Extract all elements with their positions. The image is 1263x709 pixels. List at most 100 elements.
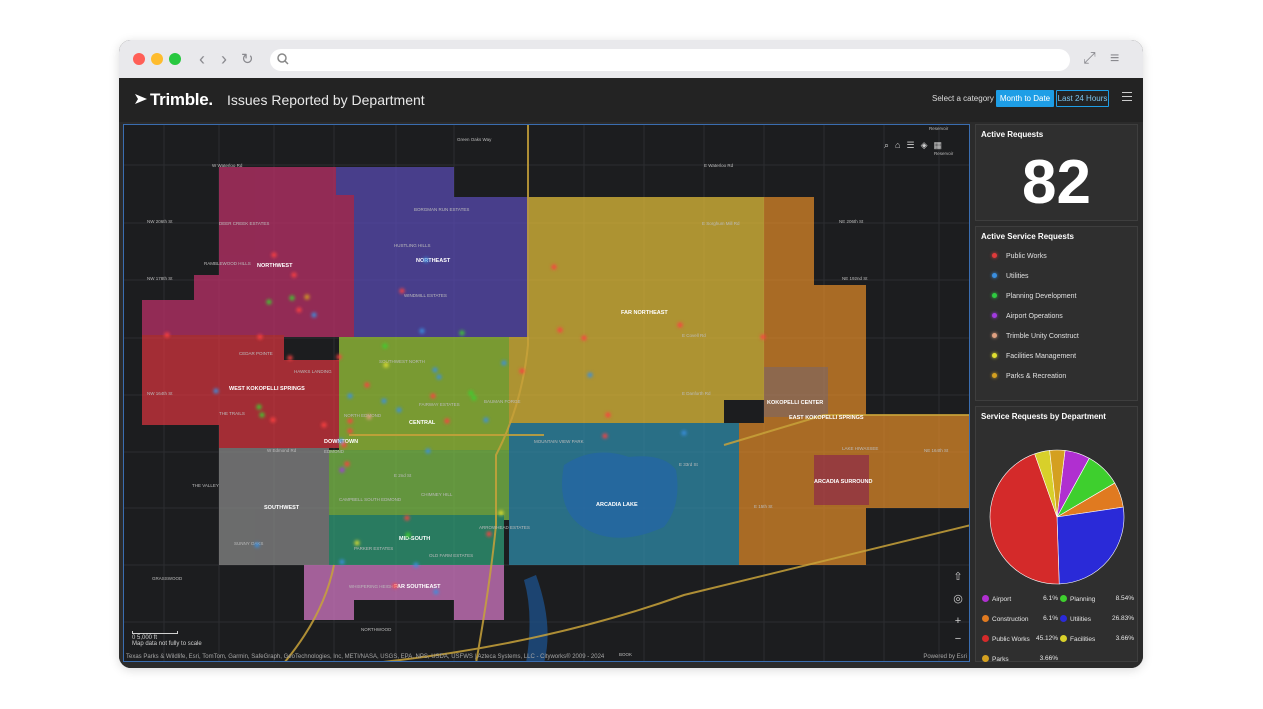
active-requests-title: Active Requests bbox=[981, 130, 1044, 139]
scale-bar: 0 5,000 ft Map data not fully to scale bbox=[132, 631, 202, 647]
svg-text:KOKOPELLI CENTER: KOKOPELLI CENTER bbox=[767, 400, 823, 406]
month-to-date-button[interactable]: Month to Date bbox=[996, 90, 1054, 107]
trimble-logo: Trimble. bbox=[134, 90, 213, 110]
menu-icon[interactable]: ≡ bbox=[1110, 51, 1119, 67]
legend-dot-icon bbox=[992, 353, 997, 358]
svg-text:NORTHWEST: NORTHWEST bbox=[257, 263, 293, 269]
category-label: Select a category bbox=[932, 94, 994, 103]
region-kokopelli-center[interactable] bbox=[764, 367, 828, 417]
grid-icon[interactable]: ▦ bbox=[933, 140, 942, 151]
pie-legend-item: Airport 6.1% bbox=[982, 595, 1058, 603]
home-icon[interactable]: ⌂ bbox=[895, 140, 900, 150]
zoom-in-button[interactable]: + bbox=[950, 613, 966, 629]
legend-dot-icon bbox=[992, 293, 997, 298]
legend-label: Trimble Unity Construct bbox=[1006, 333, 1079, 340]
svg-text:WINDMILL ESTATES: WINDMILL ESTATES bbox=[404, 293, 447, 298]
pie-legend-item: Construction 6.1% bbox=[982, 615, 1058, 623]
active-service-requests-title: Active Service Requests bbox=[981, 232, 1074, 241]
minimize-window-button[interactable] bbox=[151, 53, 163, 65]
svg-text:W Waterloo Rd: W Waterloo Rd bbox=[212, 163, 243, 168]
search-icon bbox=[277, 53, 289, 65]
region-central[interactable] bbox=[339, 337, 509, 450]
legend-label: Facilities Management bbox=[1006, 353, 1077, 360]
legend-item[interactable]: Airport Operations bbox=[992, 313, 1063, 325]
pie-legend-dot-icon bbox=[1060, 635, 1067, 642]
browser-window: ‹ › ↻ ⤢ ≡ Trimble. Issues Reported by De… bbox=[119, 40, 1143, 668]
svg-text:THE VALLEY: THE VALLEY bbox=[192, 483, 219, 488]
svg-text:Reservoir: Reservoir bbox=[929, 126, 949, 131]
svg-text:MOUNTAIN VIEW PARK: MOUNTAIN VIEW PARK bbox=[534, 439, 584, 444]
attribution-text: Texas Parks & Wildlife, Esri, TomTom, Ga… bbox=[126, 654, 605, 660]
map-toolbar: ⌕ ⌂ ☰ ◈ ▦ bbox=[884, 135, 948, 151]
svg-text:NORTHWOOD: NORTHWOOD bbox=[361, 627, 392, 632]
reload-icon[interactable]: ↻ bbox=[241, 50, 254, 70]
list-icon[interactable]: ☰ bbox=[906, 140, 914, 151]
svg-text:E 2nd St: E 2nd St bbox=[394, 473, 412, 478]
legend-item[interactable]: Trimble Unity Construct bbox=[992, 333, 1079, 345]
search-icon[interactable]: ⌕ bbox=[884, 140, 889, 151]
compass-icon[interactable]: ⇧ bbox=[950, 569, 966, 585]
close-window-button[interactable] bbox=[133, 53, 145, 65]
powered-by-esri[interactable]: Powered by Esri bbox=[923, 654, 967, 660]
layers-icon[interactable]: ◈ bbox=[921, 140, 928, 151]
browser-toolbar: ‹ › ↻ ⤢ ≡ bbox=[119, 40, 1143, 78]
legend-dot-icon bbox=[992, 313, 997, 318]
chevron-right-icon[interactable]: › bbox=[221, 49, 227, 69]
svg-text:NW 206th St: NW 206th St bbox=[147, 219, 173, 224]
map-view[interactable]: NORTHWEST NORTHEAST FAR NORTHEAST WEST K… bbox=[123, 124, 970, 662]
last-24-hours-button[interactable]: Last 24 Hours bbox=[1056, 90, 1109, 107]
map-attribution: Texas Parks & Wildlife, Esri, TomTom, Ga… bbox=[126, 654, 969, 660]
pie-legend-item: Public Works 45.12% bbox=[982, 635, 1058, 643]
svg-text:THE TRAILS: THE TRAILS bbox=[219, 411, 245, 416]
legend-item[interactable]: Public Works bbox=[992, 253, 1047, 265]
svg-text:W Edmond Rd: W Edmond Rd bbox=[267, 448, 297, 453]
legend-item[interactable]: Utilities bbox=[992, 273, 1029, 285]
svg-text:E Sorghum Mill Rd: E Sorghum Mill Rd bbox=[702, 221, 740, 226]
dashboard-header: Trimble. Issues Reported by Department S… bbox=[119, 78, 1143, 122]
pie-legend-percent: 3.66% bbox=[1039, 655, 1058, 662]
zoom-out-button[interactable]: − bbox=[950, 631, 966, 647]
scale-note: Map data not fully to scale bbox=[132, 641, 202, 647]
svg-text:FAR NORTHEAST: FAR NORTHEAST bbox=[621, 310, 668, 316]
region-downtown-south[interactable] bbox=[329, 450, 509, 520]
svg-text:DEER CREEK ESTATES: DEER CREEK ESTATES bbox=[219, 221, 269, 226]
svg-text:NE 206th St: NE 206th St bbox=[839, 219, 864, 224]
hamburger-menu-icon[interactable] bbox=[1122, 92, 1132, 104]
svg-text:ARROWHEAD ESTATES: ARROWHEAD ESTATES bbox=[479, 525, 530, 530]
legend-label: Airport Operations bbox=[1006, 313, 1063, 320]
pie-legend-label: Airport bbox=[992, 596, 1012, 603]
pie-slice-utilities[interactable] bbox=[1056, 506, 1125, 585]
locate-icon[interactable]: ◎ bbox=[950, 591, 966, 607]
legend-item[interactable]: Planning Development bbox=[992, 293, 1076, 305]
legend-item[interactable]: Parks & Recreation bbox=[992, 373, 1066, 385]
svg-text:BORGMAN RUN ESTATES: BORGMAN RUN ESTATES bbox=[414, 207, 469, 212]
pie-legend-item: Facilities 3.66% bbox=[1060, 635, 1134, 643]
address-bar[interactable] bbox=[270, 49, 1070, 71]
svg-text:E Danforth Rd: E Danforth Rd bbox=[682, 391, 711, 396]
legend-dot-icon bbox=[992, 253, 997, 258]
svg-text:FAR SOUTHEAST: FAR SOUTHEAST bbox=[394, 584, 441, 590]
legend-dot-icon bbox=[992, 333, 997, 338]
pie-chart bbox=[989, 449, 1125, 585]
svg-text:CENTRAL: CENTRAL bbox=[409, 420, 436, 426]
legend-dot-icon bbox=[992, 273, 997, 278]
dashboard-app: Trimble. Issues Reported by Department S… bbox=[119, 78, 1143, 668]
svg-text:GRASSWOOD: GRASSWOOD bbox=[152, 576, 183, 581]
pie-legend-item: Planning 8.54% bbox=[1060, 595, 1134, 603]
region-northeast[interactable] bbox=[336, 167, 529, 337]
svg-text:NE 164th St: NE 164th St bbox=[924, 448, 949, 453]
region-far-southeast[interactable] bbox=[304, 565, 504, 620]
svg-text:HUSTLING HILLS: HUSTLING HILLS bbox=[394, 243, 431, 248]
legend-label: Utilities bbox=[1006, 273, 1029, 280]
pie-legend-item: Parks 3.66% bbox=[982, 655, 1058, 663]
pie-chart-title: Service Requests by Department bbox=[981, 412, 1106, 421]
pie-legend-dot-icon bbox=[1060, 615, 1067, 622]
map-canvas[interactable]: NORTHWEST NORTHEAST FAR NORTHEAST WEST K… bbox=[124, 125, 970, 662]
svg-text:WHISPERING HEIGHTS: WHISPERING HEIGHTS bbox=[349, 584, 399, 589]
legend-item[interactable]: Facilities Management bbox=[992, 353, 1076, 365]
maximize-window-button[interactable] bbox=[169, 53, 181, 65]
chevron-left-icon[interactable]: ‹ bbox=[199, 49, 205, 69]
expand-icon[interactable]: ⤢ bbox=[1083, 51, 1096, 67]
pie-legend-percent: 45.12% bbox=[1035, 635, 1058, 642]
svg-text:PARKER ESTATES: PARKER ESTATES bbox=[354, 546, 393, 551]
